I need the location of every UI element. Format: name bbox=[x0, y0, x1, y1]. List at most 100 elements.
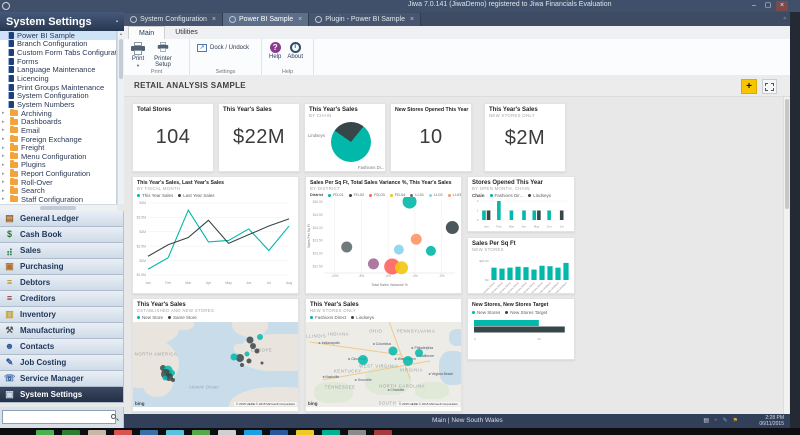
tile-new-stores-opened[interactable]: New Stores Opened This Year 10 bbox=[390, 103, 472, 172]
tree-folder-staff-configuration[interactable]: ▸ Staff Configuration bbox=[0, 194, 116, 204]
sidebar-section-purchasing[interactable]: ▣ Purchasing bbox=[0, 259, 123, 275]
expand-arrow-icon[interactable]: ▸ bbox=[2, 127, 7, 133]
printer-setup-button[interactable]: Printer Setup bbox=[148, 41, 178, 69]
tile-ty-sales-new[interactable]: This Year's Sales NEW STORES ONLY $2M bbox=[484, 103, 566, 172]
tree-folder-plugins[interactable]: ▸ Plugins bbox=[0, 160, 116, 169]
sidebar-section-inventory[interactable]: ▥ Inventory bbox=[0, 307, 123, 323]
bar-chart[interactable]: $20.00$0Cincinnati 2 Fashions DirectColu… bbox=[472, 254, 572, 294]
taskbar-icon[interactable] bbox=[140, 430, 158, 435]
taskbar-icon[interactable] bbox=[296, 430, 314, 435]
tile-map-new-stores[interactable]: This Year's Sales NEW STORES ONLY Fashions… bbox=[305, 298, 462, 412]
close-tab-icon[interactable]: × bbox=[410, 16, 414, 23]
sidebar-section-general-ledger[interactable]: ▤ General Ledger bbox=[0, 211, 123, 227]
taskbar-icon[interactable] bbox=[166, 430, 184, 435]
tree-item-system-configuration[interactable]: System Configuration bbox=[0, 91, 116, 100]
taskbar-icon[interactable] bbox=[114, 430, 132, 435]
move-icon[interactable]: + bbox=[741, 79, 757, 94]
taskbar-icon[interactable] bbox=[36, 430, 54, 435]
tile-map-established-new[interactable]: This Year's Sales ESTABLISHED AND NEW STO… bbox=[132, 298, 299, 412]
fit-to-screen-icon[interactable] bbox=[762, 79, 777, 94]
search-icon[interactable] bbox=[111, 414, 116, 419]
close-tab-icon[interactable]: × bbox=[212, 16, 216, 23]
close-tab-icon[interactable]: × bbox=[298, 16, 302, 23]
grouped-bar-chart[interactable]: 0 1 2 Jan Feb Mar Apr May Jun Jul bbox=[472, 198, 572, 229]
sidebar-section-contacts[interactable]: ☻ Contacts bbox=[0, 339, 123, 355]
tile-sales-per-sqft[interactable]: Sales Per Sq FtNEW STORES$20.00$0Cincinn… bbox=[467, 237, 575, 294]
line-chart[interactable]: $4M $3.5M $3M $2.5M $2M $1.5M Jan Feb Mar Apr May J… bbox=[133, 198, 298, 286]
tile-sales-variance[interactable]: Sales Per Sq Ft, Total Sales Variance %,… bbox=[305, 176, 462, 294]
expand-arrow-icon[interactable]: ▸ bbox=[2, 179, 7, 185]
taskbar-icon[interactable] bbox=[218, 430, 236, 435]
sidebar-section-creditors[interactable]: ≡ Creditors bbox=[0, 291, 123, 307]
tree-folder-foreign-exchange[interactable]: ▸ Foreign Exchange bbox=[0, 134, 116, 144]
pie-chart[interactable]: Lindseys Fashions Di... bbox=[305, 118, 385, 170]
tile-new-stores-target[interactable]: New Stores, New Stores Target New Stores N… bbox=[467, 298, 575, 360]
pin-icon[interactable]: ▪ bbox=[116, 19, 118, 25]
scroll-thumb[interactable] bbox=[785, 99, 789, 209]
horizontal-bar-chart[interactable]: 0 10 bbox=[472, 315, 572, 347]
tree-folder-search[interactable]: ▸ Search bbox=[0, 186, 116, 195]
tree-item-language-maintenance[interactable]: Language Maintenance bbox=[0, 65, 116, 74]
tree-folder-report-configuration[interactable]: ▸ Report Configuration bbox=[0, 169, 116, 178]
tree-folder-dashboards[interactable]: ▸ Dashboards bbox=[0, 117, 116, 126]
tile-ty-sales[interactable]: This Year's Sales $22M bbox=[218, 103, 300, 172]
taskbar-icon[interactable] bbox=[192, 430, 210, 435]
tree-folder-roll-over[interactable]: ▸ Roll-Over bbox=[0, 177, 116, 187]
expand-arrow-icon[interactable]: ▸ bbox=[2, 119, 7, 125]
sidebar-section-system-settings[interactable]: ▣ System Settings bbox=[0, 387, 123, 403]
sidebar-section-manufacturing[interactable]: ⚒ Manufacturing bbox=[0, 323, 123, 339]
document-tab-system-configuration[interactable]: System Configuration × bbox=[124, 13, 224, 26]
taskbar-icon[interactable] bbox=[322, 430, 340, 435]
dock-undock-button[interactable]: ↗ Dock / Undock bbox=[194, 41, 252, 53]
tree-item-forms[interactable]: Forms bbox=[0, 57, 116, 66]
print-button[interactable]: Print ▼ bbox=[128, 41, 148, 69]
scroll-thumb[interactable] bbox=[40, 206, 76, 210]
taskbar-icon[interactable] bbox=[270, 430, 288, 435]
document-tab-plugin-power-bi-sample[interactable]: Plugin - Power BI Sample × bbox=[309, 13, 422, 26]
about-button[interactable]: i About bbox=[284, 41, 306, 61]
dashboard-scrollbar[interactable] bbox=[783, 97, 789, 414]
map-canvas[interactable]: NORTH AMERICA EUROPE Atlantic Ocean bing © 2… bbox=[133, 322, 298, 407]
map-canvas[interactable]: ILLINOIS INDIANA OHIO PENNSYLVANIA WEST VIRG… bbox=[306, 322, 461, 407]
add-tray-icon[interactable]: + bbox=[714, 417, 718, 425]
taskbar-icon[interactable] bbox=[374, 430, 392, 435]
ribbon-tab-main[interactable]: Main bbox=[128, 26, 166, 39]
tile-stores-opened[interactable]: Stores Opened This Year BY OPEN MONTH, CH… bbox=[467, 176, 575, 232]
windows-taskbar[interactable] bbox=[0, 428, 800, 435]
tile-sales-by-month[interactable]: This Year's Sales, Last Year's Sales BY F… bbox=[132, 176, 299, 294]
sidebar-section-job-costing[interactable]: ✎ Job Costing bbox=[0, 355, 123, 371]
tab-overflow-icon[interactable]: ▵ bbox=[783, 15, 786, 21]
tree-vertical-scrollbar[interactable]: ▴ bbox=[117, 31, 124, 204]
expand-arrow-icon[interactable]: ▸ bbox=[2, 153, 7, 159]
document-tab-power-bi-sample[interactable]: Power BI Sample × bbox=[223, 13, 310, 26]
taskbar-icon[interactable] bbox=[244, 430, 262, 435]
sidebar-section-cash-book[interactable]: $ Cash Book bbox=[0, 227, 123, 243]
tree-folder-freight[interactable]: ▸ Freight bbox=[0, 143, 116, 152]
expand-arrow-icon[interactable]: ▸ bbox=[2, 110, 7, 116]
document-tray-icon[interactable]: ▤ bbox=[703, 417, 709, 425]
tree-item-print-groups-maintenance[interactable]: Print Groups Maintenance bbox=[0, 83, 116, 92]
expand-arrow-icon[interactable]: ▸ bbox=[2, 136, 7, 142]
edit-tray-icon[interactable]: ✎ bbox=[723, 417, 728, 425]
ribbon-tab-utilities[interactable]: Utilities bbox=[165, 26, 208, 39]
tree-item-licencing[interactable]: Licencing bbox=[0, 74, 116, 83]
tree-folder-archiving[interactable]: ▸ Archiving bbox=[0, 108, 116, 118]
minimize-button[interactable]: – bbox=[748, 1, 760, 11]
tree-item-custom-form-tabs-configuration[interactable]: Custom Form Tabs Configuration bbox=[0, 48, 116, 57]
sidebar-section-sales[interactable]: ⣴ Sales bbox=[0, 243, 123, 259]
tile-total-stores[interactable]: Total Stores 104 bbox=[132, 103, 214, 172]
taskbar-icon[interactable] bbox=[88, 430, 106, 435]
tree-folder-menu-configuration[interactable]: ▸ Menu Configuration bbox=[0, 151, 116, 161]
expand-arrow-icon[interactable]: ▸ bbox=[2, 145, 7, 151]
expand-arrow-icon[interactable]: ▸ bbox=[2, 188, 7, 194]
close-button[interactable]: × bbox=[776, 1, 788, 11]
expand-arrow-icon[interactable]: ▸ bbox=[2, 196, 7, 202]
help-button[interactable]: ? Help bbox=[266, 41, 284, 61]
tree-folder-email[interactable]: ▸ Email bbox=[0, 125, 116, 135]
tree-horizontal-scrollbar[interactable] bbox=[0, 204, 117, 211]
scatter-chart[interactable]: -10% -8% -6% -4% -2% $12.50 $13.00 $13.50 $14.00… bbox=[306, 197, 461, 287]
flag-tray-icon[interactable]: ⚑ bbox=[733, 417, 738, 425]
scroll-thumb[interactable] bbox=[119, 39, 123, 79]
taskbar-icon[interactable] bbox=[62, 430, 80, 435]
maximize-button[interactable]: ▢ bbox=[762, 1, 774, 11]
